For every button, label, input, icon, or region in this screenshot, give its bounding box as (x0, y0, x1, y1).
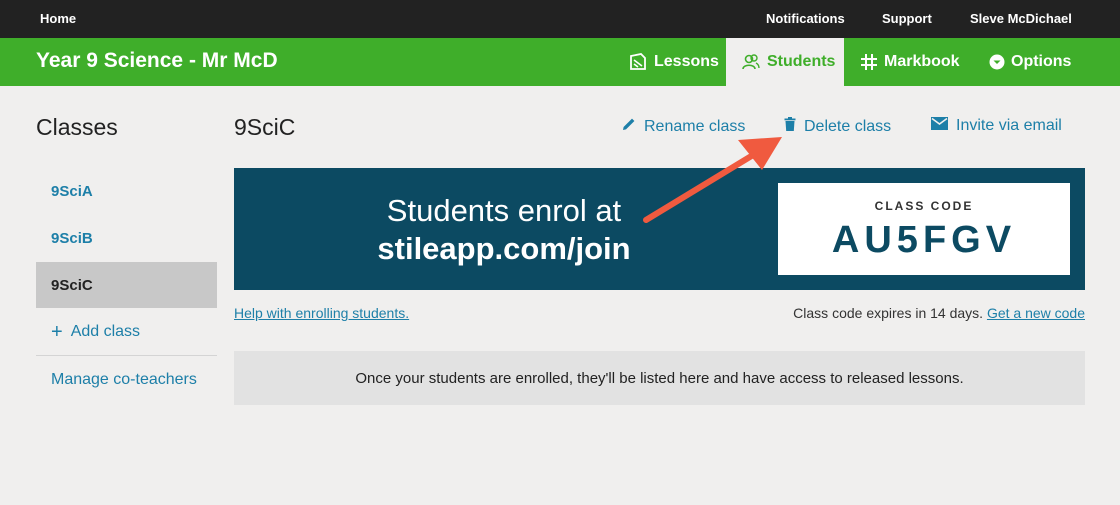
class-code-value: AU5FGV (831, 219, 1017, 261)
enrol-url: stileapp.com/join (377, 231, 631, 266)
help-enrolling-link[interactable]: Help with enrolling students. (234, 305, 409, 321)
tab-markbook[interactable]: Markbook (860, 38, 960, 86)
add-class-label: Add class (70, 323, 141, 340)
code-expiry: Class code expires in 14 days. Get a new… (793, 305, 1085, 321)
sidebar-item-9scia[interactable]: 9SciA (36, 168, 217, 214)
manage-co-teachers-link[interactable]: Manage co-teachers (36, 357, 217, 403)
grid-icon (860, 53, 878, 71)
sidebar-title: Classes (36, 114, 118, 140)
enrol-instructions: Students enrol at stileapp.com/join (354, 192, 654, 268)
sidebar-item-9scic[interactable]: 9SciC (36, 262, 217, 308)
class-code-label: CLASS CODE (874, 199, 974, 213)
class-code-box: CLASS CODE AU5FGV (778, 183, 1070, 275)
sidebar-item-9scib[interactable]: 9SciB (36, 215, 217, 261)
notifications-link[interactable]: Notifications (766, 11, 845, 26)
tab-lessons-label: Lessons (654, 53, 719, 70)
options-menu[interactable]: Options (989, 38, 1071, 86)
rename-class-label: Rename class (644, 117, 746, 135)
get-new-code-link[interactable]: Get a new code (987, 305, 1085, 321)
students-icon (741, 52, 761, 72)
support-link[interactable]: Support (882, 11, 932, 26)
home-link[interactable]: Home (40, 11, 76, 26)
lessons-icon (628, 52, 648, 72)
top-bar: Home Notifications Support Sleve McDicha… (0, 0, 1120, 38)
delete-class-label: Delete class (804, 117, 892, 135)
tab-students[interactable]: Students (726, 38, 844, 86)
empty-students-message: Once your students are enrolled, they'll… (234, 351, 1085, 405)
enrol-text-line1: Students enrol at (386, 193, 622, 228)
course-title: Year 9 Science - Mr McD (36, 49, 278, 72)
chevron-down-circle-icon (989, 54, 1005, 70)
rename-class-button[interactable]: Rename class (622, 117, 745, 136)
plus-icon: + (51, 321, 63, 343)
invite-via-email-button[interactable]: Invite via email (931, 117, 1062, 135)
tab-lessons[interactable]: Lessons (628, 38, 719, 86)
add-class-button[interactable]: + Add class (36, 309, 217, 355)
tab-students-label: Students (767, 53, 836, 70)
user-menu-link[interactable]: Sleve McDichael (970, 11, 1072, 26)
sidebar-divider (36, 355, 217, 356)
delete-class-button[interactable]: Delete class (784, 117, 891, 136)
tab-markbook-label: Markbook (884, 53, 960, 70)
invite-via-email-label: Invite via email (956, 117, 1062, 134)
course-header: Year 9 Science - Mr McD Lessons Students… (0, 38, 1120, 86)
trash-icon (784, 117, 796, 136)
class-name-heading: 9SciC (234, 114, 296, 140)
enrol-banner: Students enrol at stileapp.com/join CLAS… (234, 168, 1085, 290)
options-label: Options (1011, 53, 1072, 70)
code-expiry-text: Class code expires in 14 days. (793, 305, 984, 321)
envelope-icon (931, 117, 948, 135)
pencil-icon (622, 117, 636, 136)
